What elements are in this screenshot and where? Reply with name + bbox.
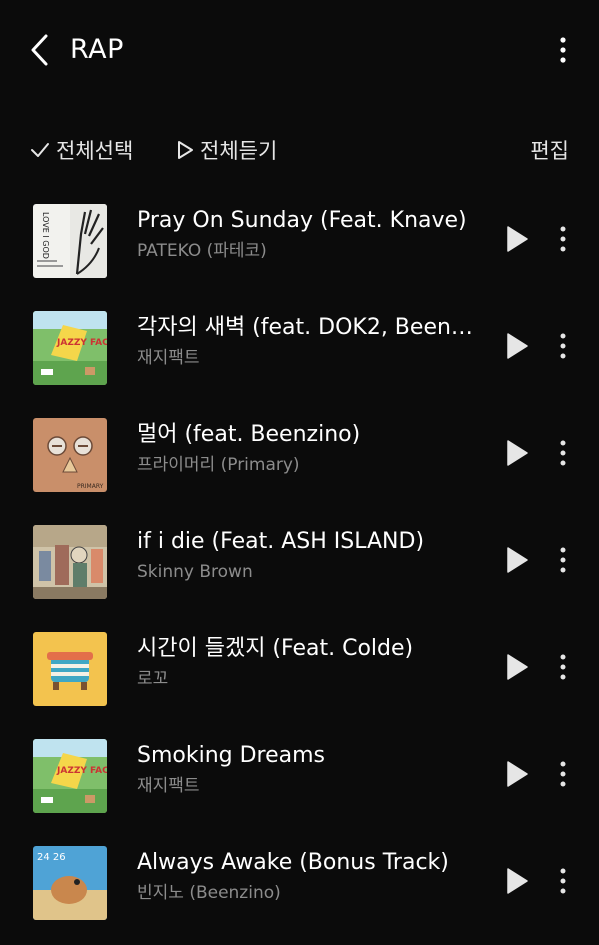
page-title: RAP <box>70 34 124 65</box>
more-vertical-icon <box>560 868 566 894</box>
more-button[interactable] <box>552 757 574 791</box>
song-title: Always Awake (Bonus Track) <box>137 850 449 875</box>
song-texts: 각자의 새벽 (feat. DOK2, Beenzino) 재지팩트 <box>137 311 482 371</box>
song-row[interactable]: PRIMARY 멀어 (feat. Beenzino) 프라이머리 (Prima… <box>0 410 599 517</box>
header-more-button[interactable] <box>550 30 576 70</box>
more-vertical-icon <box>560 761 566 787</box>
back-button[interactable] <box>28 30 54 70</box>
song-title: Smoking Dreams <box>137 743 326 768</box>
more-button[interactable] <box>552 329 574 363</box>
song-title: if i die (Feat. ASH ISLAND) <box>137 529 425 554</box>
song-artist: PATEKO (파테코) <box>137 241 267 261</box>
play-icon <box>507 761 528 787</box>
song-title: 시간이 들겠지 (Feat. Colde) <box>137 636 414 661</box>
song-row[interactable]: 24 26 Always Awake (Bonus Track) 빈지노 (Be… <box>0 838 599 945</box>
song-texts: if i die (Feat. ASH ISLAND) Skinny Brown <box>137 525 482 585</box>
edit-label: 편집 <box>530 139 569 163</box>
play-button[interactable] <box>504 545 530 575</box>
more-vertical-icon <box>560 440 566 466</box>
play-button[interactable] <box>504 331 530 361</box>
more-vertical-icon <box>560 333 566 359</box>
svg-text:JAZZY FACT: JAZZY FACT <box>56 766 107 776</box>
more-vertical-icon <box>560 226 566 252</box>
song-artist: 프라이머리 (Primary) <box>137 455 300 475</box>
play-icon <box>507 868 528 894</box>
more-vertical-icon <box>560 547 566 573</box>
svg-text:JAZZY FACT: JAZZY FACT <box>56 338 107 348</box>
list-toolbar: 전체선택 전체듣기 편집 <box>0 128 599 172</box>
song-list: LOVE I GOD Pray On Sunday (Feat. Knave) … <box>0 196 599 945</box>
select-all-label: 전체선택 <box>56 139 134 163</box>
song-artist: 재지팩트 <box>137 348 200 368</box>
play-button[interactable] <box>504 759 530 789</box>
song-artist: 빈지노 (Beenzino) <box>137 883 281 903</box>
play-icon <box>507 333 528 359</box>
album-art-image: LOVE I GOD <box>33 204 107 278</box>
more-button[interactable] <box>552 222 574 256</box>
more-button[interactable] <box>552 864 574 898</box>
play-icon <box>507 440 528 466</box>
play-icon <box>507 226 528 252</box>
album-art-image: 24 26 <box>33 846 107 920</box>
more-button[interactable] <box>552 650 574 684</box>
song-artist: Skinny Brown <box>137 562 253 582</box>
song-texts: Always Awake (Bonus Track) 빈지노 (Beenzino… <box>137 846 482 906</box>
select-all-button[interactable]: 전체선택 <box>30 128 133 172</box>
play-all-label: 전체듣기 <box>200 139 278 163</box>
play-outline-icon <box>178 141 193 159</box>
play-button[interactable] <box>504 652 530 682</box>
play-button[interactable] <box>504 866 530 896</box>
album-art-image: PRIMARY <box>33 418 107 492</box>
song-row[interactable]: JAZZY FACT 각자의 새벽 (feat. DOK2, Beenzino)… <box>0 303 599 410</box>
play-button[interactable] <box>504 438 530 468</box>
album-art[interactable] <box>33 525 107 599</box>
song-artist: 재지팩트 <box>137 776 200 796</box>
play-all-button[interactable]: 전체듣기 <box>176 128 277 172</box>
play-icon <box>507 547 528 573</box>
album-art[interactable]: 24 26 <box>33 846 107 920</box>
song-title: Pray On Sunday (Feat. Knave) <box>137 208 467 233</box>
song-row[interactable]: LOVE I GOD Pray On Sunday (Feat. Knave) … <box>0 196 599 303</box>
album-art[interactable]: LOVE I GOD <box>33 204 107 278</box>
play-icon <box>507 654 528 680</box>
chevron-left-icon <box>31 34 48 66</box>
play-button[interactable] <box>504 224 530 254</box>
song-texts: Pray On Sunday (Feat. Knave) PATEKO (파테코… <box>137 204 482 264</box>
song-texts: Smoking Dreams 재지팩트 <box>137 739 482 799</box>
song-row[interactable]: if i die (Feat. ASH ISLAND) Skinny Brown <box>0 517 599 624</box>
album-art[interactable]: JAZZY FACT <box>33 311 107 385</box>
more-vertical-icon <box>560 37 566 63</box>
song-texts: 시간이 들겠지 (Feat. Colde) 로꼬 <box>137 632 482 692</box>
svg-text:LOVE I GOD: LOVE I GOD <box>41 212 50 259</box>
song-artist: 로꼬 <box>137 669 169 689</box>
album-art[interactable]: PRIMARY <box>33 418 107 492</box>
more-button[interactable] <box>552 543 574 577</box>
app-header: RAP <box>0 0 599 100</box>
album-art-image <box>33 525 107 599</box>
song-texts: 멀어 (feat. Beenzino) 프라이머리 (Primary) <box>137 418 482 478</box>
svg-text:24 26: 24 26 <box>37 852 66 863</box>
album-art-image: JAZZY FACT <box>33 739 107 813</box>
check-icon <box>31 143 49 157</box>
album-art[interactable] <box>33 632 107 706</box>
album-art[interactable]: JAZZY FACT <box>33 739 107 813</box>
svg-text:PRIMARY: PRIMARY <box>77 483 104 490</box>
song-row[interactable]: JAZZY FACT Smoking Dreams 재지팩트 <box>0 731 599 838</box>
song-row[interactable]: 시간이 들겠지 (Feat. Colde) 로꼬 <box>0 624 599 731</box>
more-vertical-icon <box>560 654 566 680</box>
edit-button[interactable]: 편집 <box>530 128 569 172</box>
song-title: 멀어 (feat. Beenzino) <box>137 422 361 447</box>
album-art-image <box>33 632 107 706</box>
song-title: 각자의 새벽 (feat. DOK2, Beenzino) <box>137 315 482 340</box>
more-button[interactable] <box>552 436 574 470</box>
album-art-image: JAZZY FACT <box>33 311 107 385</box>
